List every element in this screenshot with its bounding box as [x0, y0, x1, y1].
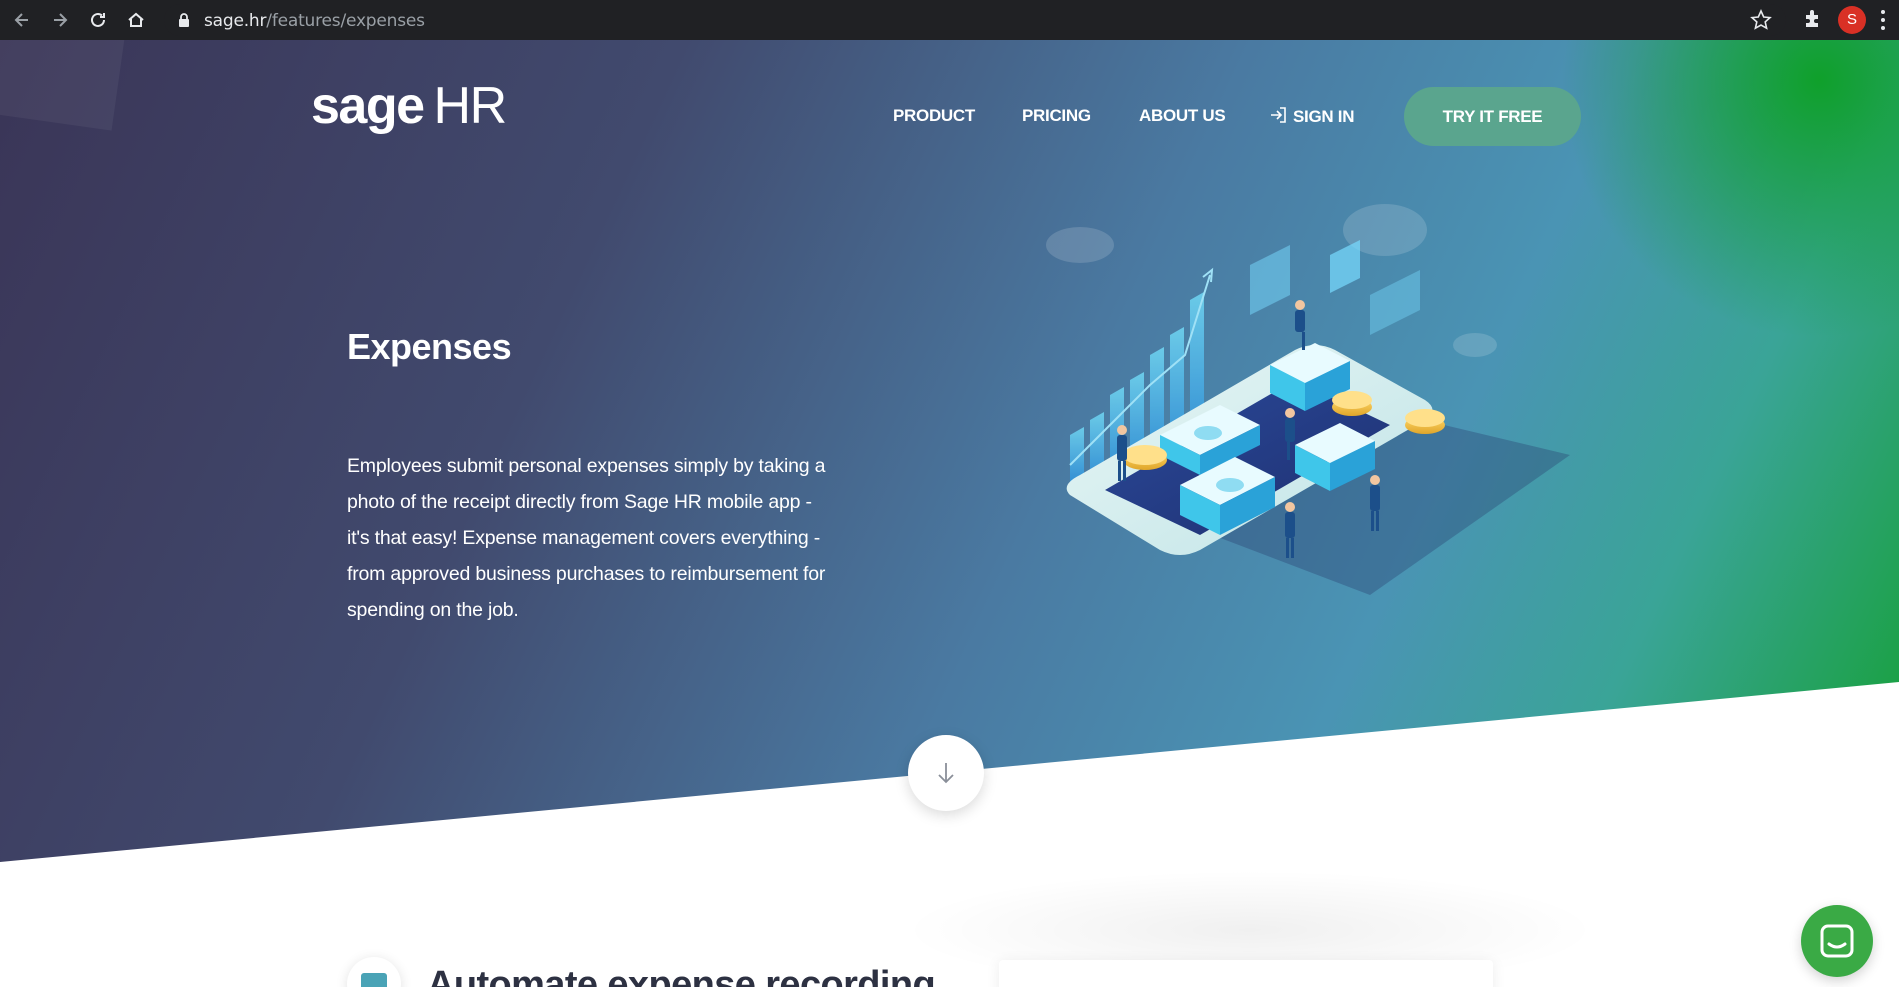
try-it-free-button[interactable]: TRY IT FREE	[1404, 87, 1581, 146]
menu-icon[interactable]	[1876, 7, 1890, 33]
back-icon[interactable]	[8, 6, 36, 34]
profile-avatar[interactable]: S	[1838, 6, 1866, 34]
hero-description: Employees submit personal expenses simpl…	[347, 455, 826, 621]
cloud	[1046, 227, 1114, 263]
url-text: sage.hr/features/expenses	[204, 11, 425, 31]
home-icon[interactable]	[122, 6, 150, 34]
logo-suffix: HR	[433, 77, 508, 135]
reload-icon[interactable]	[84, 6, 112, 34]
sign-in-icon	[1271, 107, 1286, 123]
logo-brand: sage	[311, 77, 425, 135]
chat-launcher-button[interactable]	[1801, 905, 1873, 977]
url-path: /features/expenses	[266, 11, 425, 31]
nav-pricing[interactable]: PRICING	[1022, 106, 1091, 126]
sign-in-label: SIGN IN	[1293, 107, 1355, 126]
address-bar[interactable]: sage.hr/features/expenses	[164, 4, 1786, 36]
sage-hr-logo[interactable]: sage HR	[311, 77, 508, 135]
scroll-down-button[interactable]	[908, 735, 984, 811]
lock-icon	[179, 13, 189, 27]
chat-icon	[1820, 924, 1854, 958]
expenses-illustration	[1046, 204, 1570, 595]
decorative-glow	[1559, 40, 1899, 340]
nav-about-us[interactable]: ABOUT US	[1139, 106, 1226, 126]
preview-panel	[999, 960, 1493, 987]
star-icon[interactable]	[1750, 9, 1772, 31]
browser-toolbar: sage.hr/features/expenses S	[0, 0, 1899, 40]
nav-sign-in[interactable]: SIGN IN	[1269, 106, 1354, 127]
section-title: Automate expense recording	[427, 964, 936, 987]
url-domain: sage.hr	[204, 11, 267, 31]
arrow-down-icon	[938, 763, 954, 784]
decorative-shape	[0, 40, 127, 131]
nav-product[interactable]: PRODUCT	[893, 106, 975, 126]
cloud	[1453, 333, 1497, 357]
page-title: Expenses	[347, 326, 512, 367]
extensions-icon[interactable]	[1800, 6, 1826, 32]
feature-card-icon	[347, 957, 401, 987]
forward-icon[interactable]	[46, 6, 74, 34]
